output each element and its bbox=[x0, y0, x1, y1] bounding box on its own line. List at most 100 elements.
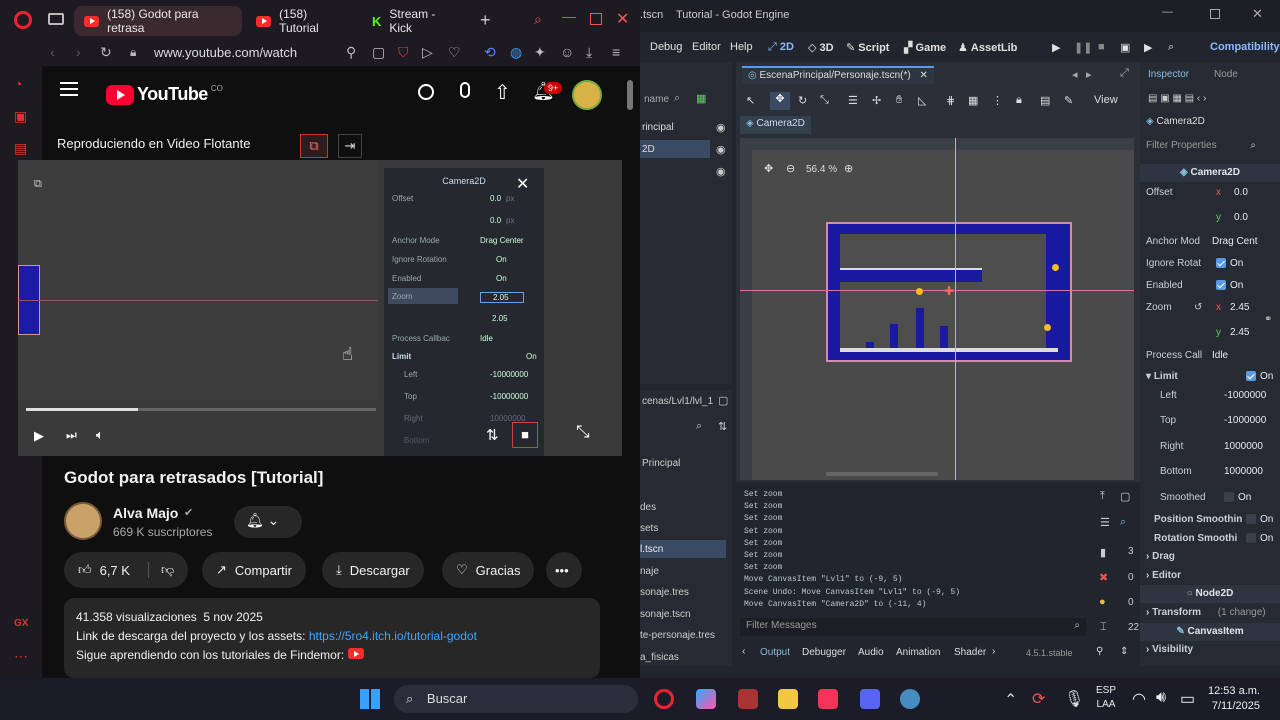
desc-link[interactable]: https://5ro4.itch.io/tutorial-godot bbox=[309, 629, 477, 643]
fs-item[interactable]: sonaje.tres bbox=[640, 587, 689, 598]
play-scene-icon[interactable]: ▶ bbox=[1052, 41, 1060, 54]
select-tool-icon[interactable]: ↖ bbox=[746, 94, 755, 107]
share-button[interactable]: ↗ Compartir bbox=[202, 552, 306, 588]
download-button[interactable]: ⤓ Descargar bbox=[322, 552, 424, 588]
tab-menu-icon[interactable] bbox=[48, 13, 64, 25]
visibility-eye-icon[interactable]: ◉ bbox=[716, 121, 726, 134]
tab-inspector[interactable]: Inspector bbox=[1148, 69, 1189, 80]
visibility-eye-icon[interactable]: ◉ bbox=[716, 143, 726, 156]
minimize-icon[interactable]: — bbox=[562, 8, 576, 24]
pivot-tool-icon[interactable]: ✢ bbox=[872, 94, 881, 107]
workspace-game[interactable]: ▞ Game bbox=[904, 41, 946, 54]
play-current-icon[interactable]: ▣ bbox=[1120, 41, 1130, 54]
thanks-button[interactable]: ♡ Gracias bbox=[442, 552, 535, 588]
download-icon[interactable]: ⤓ bbox=[586, 44, 592, 61]
description-box[interactable]: 41.358 visualizaciones 5 nov 2025 Link d… bbox=[64, 598, 600, 678]
tray-mic-icon[interactable]: 🎙︎ bbox=[1064, 689, 1084, 709]
list-tool-icon[interactable]: ☰ bbox=[848, 94, 858, 107]
zoom-out-icon[interactable]: ⊖ bbox=[786, 162, 795, 175]
canvas-move-icon[interactable]: ✥ bbox=[764, 162, 773, 175]
snap-icon[interactable]: ⋕ bbox=[946, 94, 955, 107]
fs-item[interactable]: sets bbox=[640, 523, 658, 534]
filter-messages-input[interactable]: Filter Messages ⌕ bbox=[740, 618, 1086, 636]
output-filter-icon[interactable]: ☰ bbox=[1100, 516, 1110, 529]
menu-icon[interactable]: ≡ bbox=[612, 44, 620, 60]
move-tool-icon[interactable]: ✥ bbox=[770, 92, 790, 110]
zoom-x-value[interactable]: 2.45 bbox=[1230, 302, 1249, 313]
g-minimize-icon[interactable]: — bbox=[1162, 6, 1173, 18]
zoom-level[interactable]: 56.4 % bbox=[806, 164, 837, 175]
top-value[interactable]: -1000000 bbox=[1224, 415, 1266, 426]
smoothed-toggle[interactable]: On bbox=[1224, 492, 1251, 503]
offset-x-value[interactable]: 0.0 bbox=[1234, 187, 1248, 198]
group-icon[interactable]: ▤ bbox=[1040, 94, 1050, 107]
godot-taskbar-icon[interactable] bbox=[900, 689, 920, 709]
close-window-icon[interactable]: ✕ bbox=[616, 9, 629, 29]
gx-logo-icon[interactable]: GX bbox=[14, 618, 28, 629]
scene-filter-search-icon[interactable]: ⌕ bbox=[674, 92, 680, 105]
new-tab-button[interactable]: + bbox=[480, 10, 491, 31]
input-language[interactable]: ESP LAA bbox=[1096, 684, 1116, 712]
gx-corner-icon[interactable]: ◔ bbox=[14, 76, 22, 92]
volume-tray-icon[interactable]: 🔊︎ bbox=[1156, 689, 1166, 707]
file-explorer-icon[interactable] bbox=[778, 689, 798, 709]
renderer-label[interactable]: Compatibility bbox=[1210, 41, 1280, 53]
extensions-icon[interactable]: ✦ bbox=[534, 44, 546, 61]
next-icon[interactable]: ⏭︎ bbox=[66, 428, 77, 443]
inspected-node[interactable]: ◈ Camera2D bbox=[1146, 116, 1205, 127]
fs-split-icon[interactable]: ▢ bbox=[718, 394, 728, 407]
tab-next-icon[interactable]: ▸ bbox=[1086, 68, 1092, 81]
filter-properties-input[interactable]: Filter Properties ⌕ bbox=[1142, 138, 1260, 156]
tab-animation[interactable]: Animation bbox=[896, 647, 940, 658]
position-smoothing-toggle[interactable]: On bbox=[1246, 514, 1273, 525]
fs-item[interactable]: a_fisicas bbox=[640, 652, 679, 663]
error-icon[interactable]: ✖ bbox=[1099, 571, 1108, 584]
offset-y-value[interactable]: 0.0 bbox=[1234, 212, 1248, 223]
tab-output[interactable]: Output bbox=[760, 647, 790, 658]
left-value[interactable]: -1000000 bbox=[1224, 390, 1266, 401]
heart-icon[interactable]: ♡ bbox=[448, 44, 461, 61]
bottom-tabs-prev-icon[interactable]: ‹ bbox=[742, 646, 745, 657]
video-player[interactable]: ⧉ Camera2D Offset 0.0 px 0.0 px Anchor M… bbox=[18, 160, 622, 456]
workspace-assetlib[interactable]: ♟ AssetLib bbox=[958, 41, 1017, 54]
reload-icon[interactable]: ↻ bbox=[100, 44, 112, 61]
miniplayer-close-icon[interactable]: ✕ bbox=[516, 174, 529, 194]
upload-icon[interactable]: ⇧ bbox=[494, 80, 511, 105]
group-drag[interactable]: › Drag bbox=[1146, 551, 1175, 562]
fs-item[interactable]: Principal bbox=[642, 458, 680, 469]
forward-icon[interactable]: › bbox=[76, 44, 81, 60]
ruler-tool-icon[interactable]: ◺ bbox=[918, 94, 926, 107]
youtube-logo[interactable]: YouTube CO bbox=[106, 84, 223, 105]
hamburger-icon[interactable] bbox=[60, 82, 78, 96]
mic-icon[interactable] bbox=[460, 82, 470, 98]
scene-tab[interactable]: ◎ EscenaPrincipal/Personaje.tscn(*) ✕ bbox=[742, 66, 934, 84]
bag-icon[interactable]: ▣ bbox=[14, 108, 27, 125]
like-button[interactable]: 👍︎ 6,7 K 👎︎ bbox=[64, 552, 189, 588]
subscribe-bell-button[interactable]: 🔔︎ ⌄ bbox=[234, 506, 302, 538]
fs-sort-icon[interactable]: ⇅ bbox=[718, 420, 727, 433]
script-attach-icon[interactable]: ▦ bbox=[696, 92, 706, 105]
fs-path[interactable]: cenas/Lvl1/lvl_1 bbox=[642, 396, 713, 407]
more-snap-icon[interactable]: ⋮ bbox=[992, 94, 1003, 107]
start-icon[interactable] bbox=[360, 689, 380, 709]
output-copy-icon[interactable]: ⤒ bbox=[1100, 490, 1105, 503]
grid-icon[interactable]: ▦ bbox=[968, 94, 978, 107]
exit-miniplayer-icon[interactable]: ⇥ bbox=[338, 134, 362, 158]
pin-panel-icon[interactable]: ⚲ bbox=[1096, 646, 1103, 657]
visibility-eye-icon[interactable]: ◉ bbox=[716, 165, 726, 178]
app-icon-1[interactable] bbox=[738, 689, 758, 709]
twitch-icon[interactable]: ▤ bbox=[14, 140, 27, 157]
avatar[interactable] bbox=[572, 80, 602, 110]
clock[interactable]: 12:53 a.m. 7/11/2025 bbox=[1208, 684, 1260, 714]
more-actions-button[interactable]: ••• bbox=[546, 552, 582, 588]
channel-name[interactable]: Alva Majo bbox=[113, 505, 178, 521]
scale-tool-icon[interactable]: ⤡ bbox=[820, 94, 829, 107]
play-icon[interactable]: ▶ bbox=[34, 428, 44, 444]
view-menu[interactable]: View bbox=[1094, 94, 1118, 106]
group-editor[interactable]: › Editor bbox=[1146, 570, 1181, 581]
profile-icon[interactable]: ☺ bbox=[560, 44, 574, 60]
canvas-2d[interactable]: ✥ ⊖ 56.4 % ⊕ ✚ bbox=[740, 138, 1134, 480]
canvas-hscroll[interactable] bbox=[826, 472, 938, 476]
pan-tool-icon[interactable]: ✋︎ bbox=[896, 94, 902, 107]
log-count-icon[interactable]: ▮ bbox=[1100, 546, 1106, 559]
